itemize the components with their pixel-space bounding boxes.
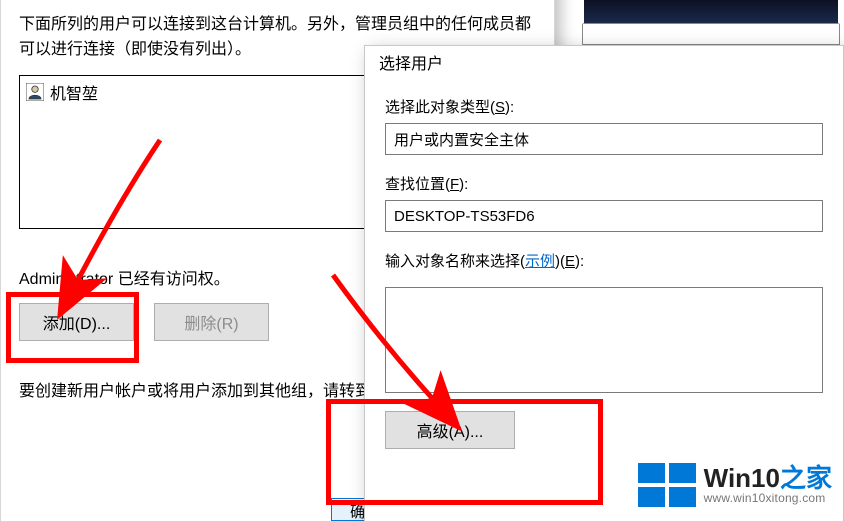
location-field: DESKTOP-TS53FD6	[385, 200, 823, 232]
background-window-strip	[582, 24, 840, 45]
user-head-icon	[26, 83, 44, 101]
location-label: 查找位置(F):	[385, 173, 823, 194]
watermark-url: www.win10xitong.com	[704, 492, 832, 505]
sel-titlebar: 选择用户	[365, 46, 843, 78]
location-value: DESKTOP-TS53FD6	[394, 208, 535, 225]
object-type-field: 用户或内置安全主体	[385, 123, 823, 155]
windows-logo-icon	[638, 463, 696, 507]
sel-title: 选择用户	[379, 50, 443, 74]
watermark: Win10之家 www.win10xitong.com	[638, 463, 832, 507]
advanced-button[interactable]: 高级(A)...	[385, 411, 515, 449]
user-name: 机智堃	[50, 80, 98, 104]
add-button[interactable]: 添加(D)...	[19, 303, 134, 341]
examples-link[interactable]: 示例	[525, 253, 555, 270]
watermark-brand: Win10之家	[704, 465, 832, 492]
object-names-label: 输入对象名称来选择(示例)(E):	[385, 250, 823, 271]
object-type-label: 选择此对象类型(S):	[385, 96, 823, 117]
object-names-input[interactable]	[385, 287, 823, 393]
remove-button[interactable]: 删除(R)	[154, 303, 269, 341]
background-window-dark	[582, 0, 840, 24]
select-users-dialog: 选择用户 选择此对象类型(S): 用户或内置安全主体 查找位置(F): DESK…	[364, 45, 844, 521]
object-type-value: 用户或内置安全主体	[394, 129, 529, 150]
